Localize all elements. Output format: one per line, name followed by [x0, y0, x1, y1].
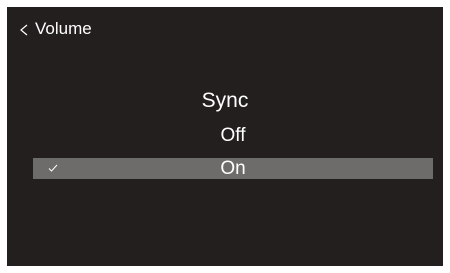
header-title: Volume [35, 19, 92, 38]
chevron-left-icon [20, 24, 28, 36]
checkmark-icon [48, 164, 58, 172]
option-on[interactable]: On [33, 158, 433, 179]
page-title: Sync [201, 89, 249, 112]
option-label: On [220, 158, 246, 179]
option-off[interactable]: Off [33, 125, 433, 146]
option-label: Off [220, 125, 246, 146]
back-button[interactable]: Volume [17, 19, 92, 39]
screen: Volume Sync Off On [7, 7, 443, 266]
